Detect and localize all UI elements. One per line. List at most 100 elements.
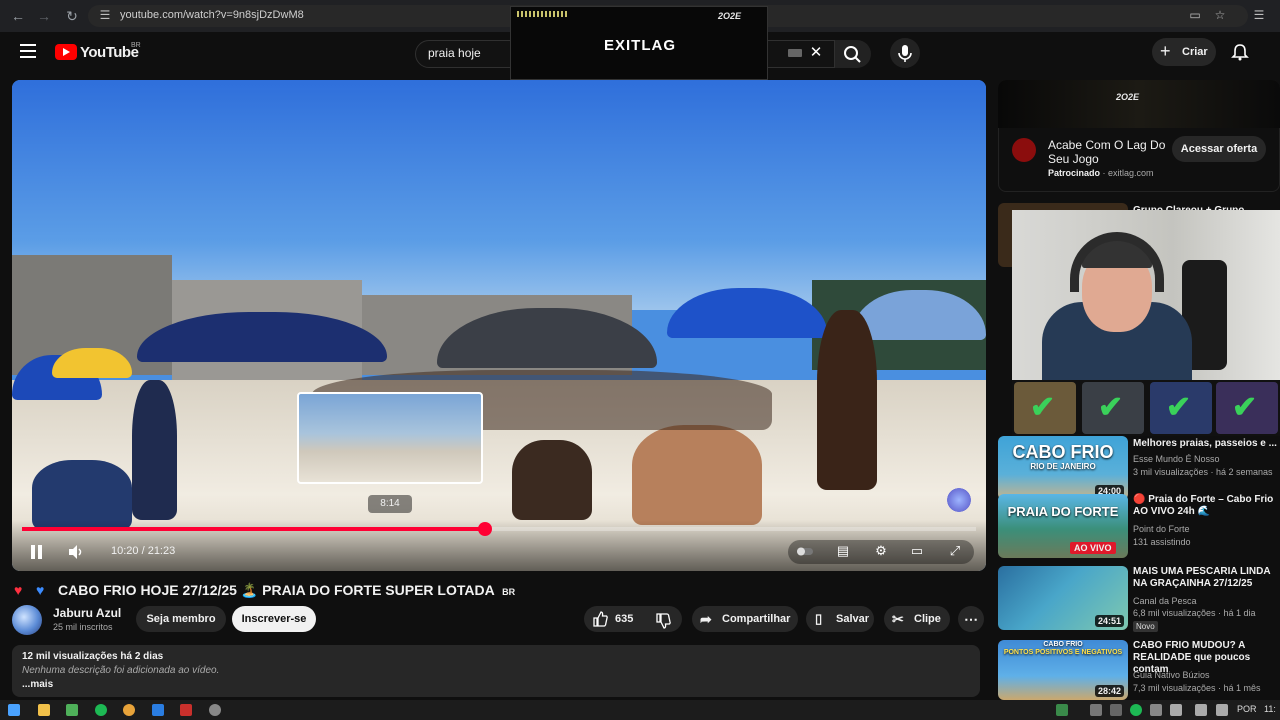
recommendation-channel[interactable]: Esse Mundo É Nosso [1133,454,1220,464]
checkmark-strip: ✔ ✔ ✔ ✔ [1012,380,1280,436]
forward-icon[interactable]: → [36,8,52,24]
exitlag-overlay-ad[interactable]: 2O2E EXITLAG [510,6,768,80]
volume-icon[interactable] [67,544,85,560]
progress-scrubber[interactable] [477,522,492,536]
app-icon[interactable] [209,704,221,716]
recommendation-stats: 6,8 mil visualizações · há 1 dia [1133,608,1256,618]
tray-icon[interactable] [1150,704,1162,716]
youtube-wordmark[interactable]: YouTube [80,44,139,61]
video-player[interactable]: 8:14 10:20 / 21:23 ▤ ⚙ ▭ ⤢ [12,80,986,571]
reading-list-icon[interactable]: ☰ [1252,8,1266,22]
beachgoer [632,425,762,525]
thumbnail-caption: CABO FRIO [1012,442,1114,462]
recommendation-item[interactable]: 24:51 MAIS UMA PESCARIA LINDA NA GRAÇAIN… [998,566,1280,632]
settings-gear-icon[interactable]: ⚙ [872,543,890,559]
ad-title[interactable]: Acabe Com O Lag Do Seu Jogo [1048,138,1168,166]
youtube-logo-icon[interactable] [55,44,77,60]
menu-icon[interactable] [20,44,36,58]
subscribe-button[interactable]: Inscrever-se [232,606,316,632]
recommendation-thumbnail[interactable]: PRAIA DO FORTE AO VIVO [998,494,1128,558]
thumbs-down-icon[interactable] [655,612,671,630]
app-icon[interactable] [180,704,192,716]
keyboard-icon[interactable] [788,49,802,57]
search-query[interactable]: praia hoje [428,46,481,60]
app-icon[interactable] [66,704,78,716]
volume-tray-icon[interactable] [1195,704,1207,716]
recommendation-channel[interactable]: Point do Forte [1133,524,1190,534]
tray-icon[interactable] [1130,704,1142,716]
recommendation-channel[interactable]: Guia Nativo Búzios [1133,670,1210,680]
video-title-text: CABO FRIO HOJE 27/12/25 🏝️ PRAIA DO FORT… [58,582,495,598]
channel-avatar[interactable] [12,605,42,635]
ad-banner-badge: 2O2E [1116,92,1140,102]
share-button[interactable]: ➦ Compartilhar [692,606,798,632]
file-explorer-icon[interactable] [38,704,50,716]
recommendation-item[interactable]: PRAIA DO FORTE AO VIVO 🔴 Praia do Forte … [998,494,1280,558]
battery-icon[interactable] [1216,704,1228,716]
clear-search-icon[interactable]: ✕ [808,43,824,61]
progress-bar[interactable] [22,522,976,536]
tray-icon[interactable] [1056,704,1068,716]
tray-icon[interactable] [1110,704,1122,716]
ad-banner-image[interactable] [998,80,1280,128]
language-indicator[interactable]: POR [1237,704,1257,714]
thumbs-up-icon[interactable] [592,610,608,628]
start-icon[interactable] [8,704,20,716]
search-button[interactable] [835,40,871,68]
fullscreen-icon[interactable]: ⤢ [946,543,964,559]
windows-taskbar [0,700,1280,720]
advertiser-logo-icon [1012,138,1036,162]
beachgoer [512,440,592,520]
subtitles-icon[interactable]: ▤ [834,543,852,559]
spotify-icon[interactable] [95,704,107,716]
site-settings-icon[interactable]: ☰ [98,8,112,22]
clip-button[interactable]: ✂ Clipe [884,606,950,632]
video-duration: 28:42 [1094,685,1124,697]
back-icon[interactable]: ← [10,8,26,24]
recommendation-item[interactable]: CABO FRIO PONTOS POSITIVOS E NEGATIVOS 2… [998,640,1280,700]
thumbnail-subcaption: RIO DE JANEIRO [1030,462,1096,471]
recommendation-channel[interactable]: Canal da Pesca [1133,596,1197,606]
seek-preview-time: 8:14 [368,495,412,513]
ad-cta-button[interactable]: Acessar oferta [1172,136,1266,162]
taskbar-clock[interactable]: 11: [1264,704,1276,714]
tray-icon[interactable] [1090,704,1102,716]
like-count[interactable]: 635 [615,613,633,625]
url-text[interactable]: youtube.com/watch?v=9n8sjDzDwM8 [120,9,304,21]
app-icon[interactable] [152,704,164,716]
network-icon[interactable] [1170,704,1182,716]
bookmark-star-icon[interactable]: ☆ [1213,8,1227,22]
cast-icon[interactable]: ▭ [1188,8,1202,22]
pause-button[interactable] [30,545,44,559]
save-label: Salvar [836,613,870,625]
recommendation-title[interactable]: Melhores praias, passeios e ... [1133,438,1280,450]
search-icon [844,46,861,63]
channel-watermark-icon[interactable] [947,488,971,512]
blue-heart-icon: ♥ [36,582,45,598]
recommendation-title[interactable]: 🔴 Praia do Forte – Cabo Frio AO VIVO 24h… [1133,494,1280,518]
recommendation-item[interactable]: CABO FRIO RIO DE JANEIRO 24:00 Melhores … [998,436,1280,500]
autoplay-toggle[interactable] [796,543,814,559]
recommendation-stats: 7,3 mil visualizações · há 1 mês [1133,683,1261,693]
recommendation-title[interactable]: MAIS UMA PESCARIA LINDA NA GRAÇAINHA 27/… [1133,566,1280,590]
plus-icon: + [1160,41,1171,61]
channel-name[interactable]: Jaburu Azul [53,606,121,620]
voice-search-button[interactable] [890,38,920,68]
create-button[interactable]: + Criar [1152,38,1216,66]
recommendation-thumbnail[interactable]: CABO FRIO PONTOS POSITIVOS E NEGATIVOS 2… [998,640,1128,700]
recommendation-thumbnail[interactable]: 24:51 [998,566,1128,630]
reload-icon[interactable]: ↻ [64,8,80,24]
save-button[interactable]: ▯ Salvar [806,606,874,632]
notifications-bell-icon[interactable] [1230,42,1250,62]
theater-mode-icon[interactable]: ▭ [908,543,926,559]
share-label: Compartilhar [722,613,791,625]
checkmark-icon: ✔ [1166,391,1192,424]
checkmark-tile: ✔ [1150,382,1212,434]
exitlag-logo: EXITLAG [603,37,676,54]
chrome-icon[interactable] [123,704,135,716]
webcam-overlay [1012,210,1280,380]
more-actions-icon[interactable]: ⋯ [958,606,984,632]
join-button[interactable]: Seja membro [136,606,226,632]
recommendation-thumbnail[interactable]: CABO FRIO RIO DE JANEIRO 24:00 [998,436,1128,500]
show-more-link[interactable]: ...mais [22,679,53,690]
